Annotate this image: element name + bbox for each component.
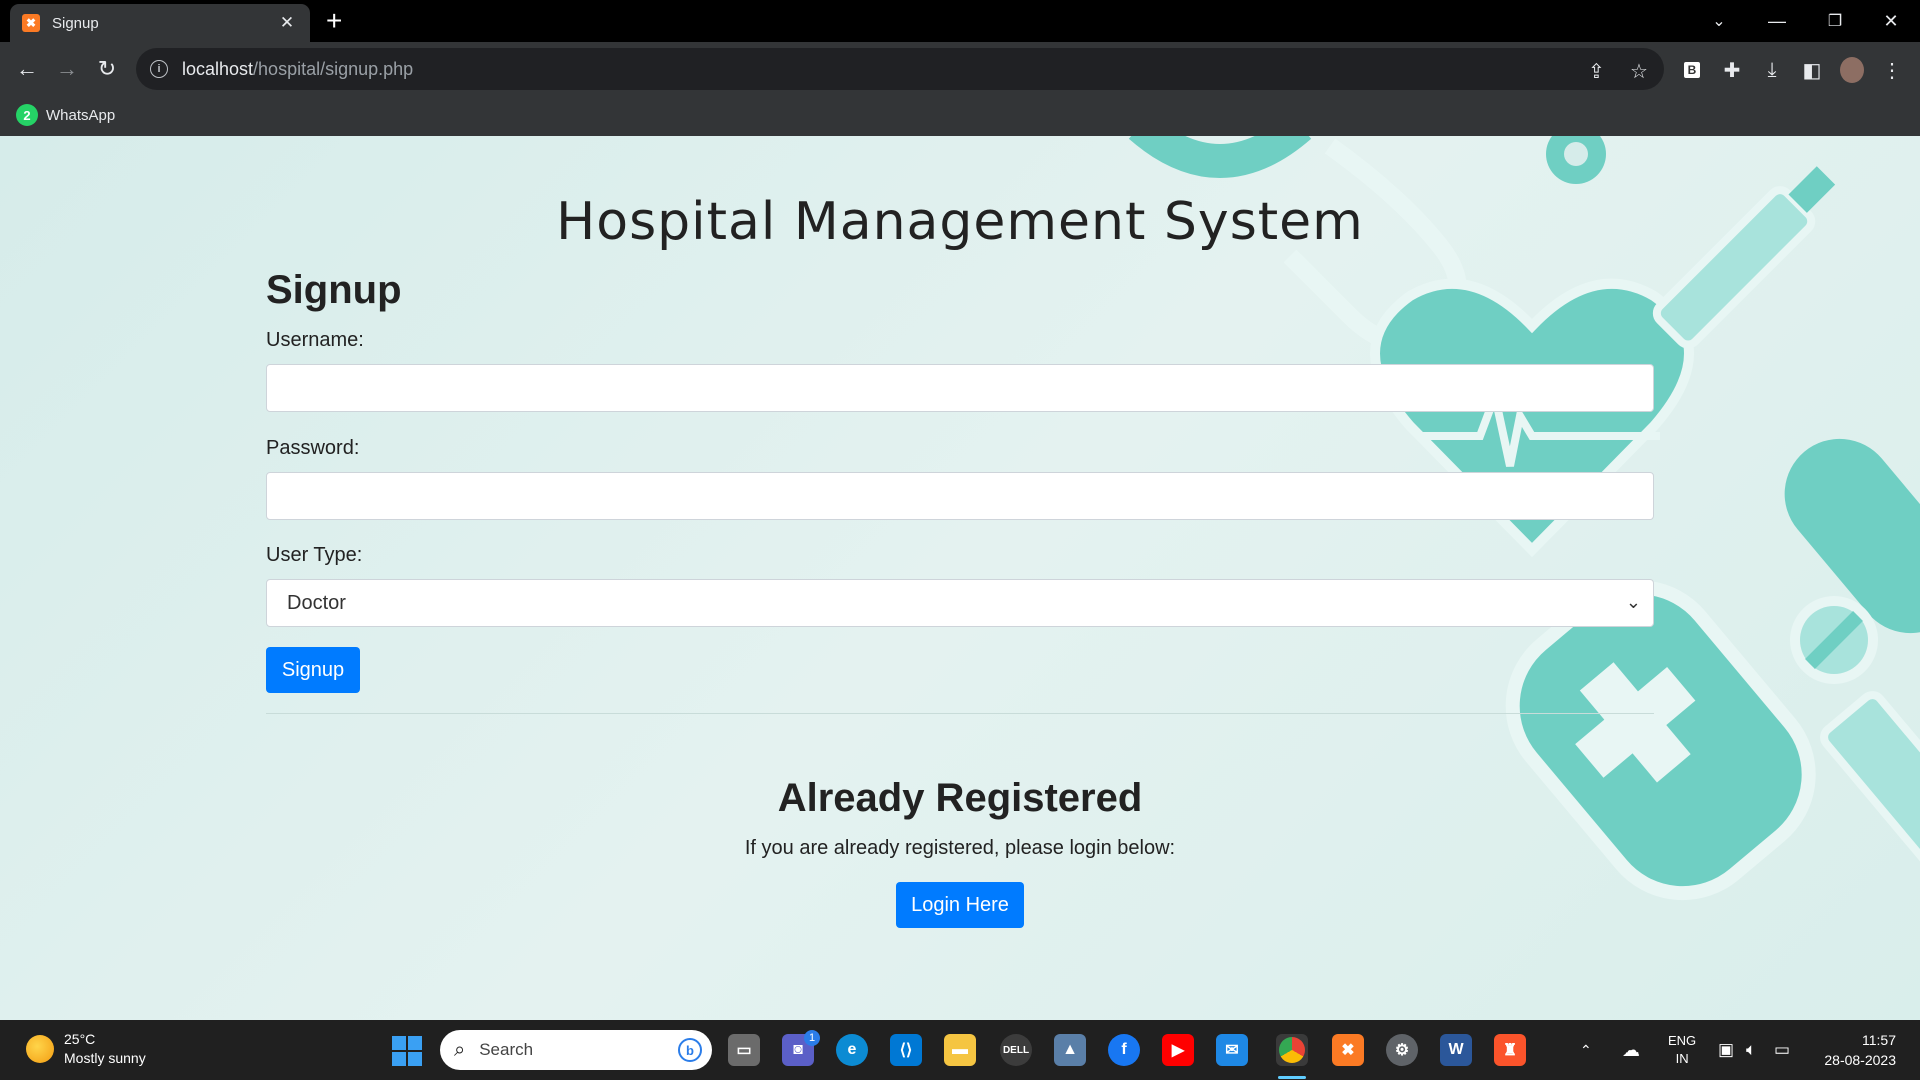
- bookmark-label: WhatsApp: [46, 106, 116, 124]
- stethoscope-tube-icon: [1128, 136, 1312, 178]
- weather-widget[interactable]: 25°C Mostly sunny: [26, 1030, 146, 1068]
- network-icon[interactable]: ▣: [1718, 1020, 1734, 1080]
- chevron-down-icon: ⌄: [1625, 592, 1641, 612]
- task-view-icon[interactable]: ▭: [728, 1034, 760, 1066]
- page-content: Hospital Management System Signup Userna…: [0, 136, 1920, 1020]
- site-info-icon[interactable]: i: [150, 60, 168, 78]
- back-icon[interactable]: ←: [12, 54, 42, 84]
- browser-toolbar: ← → ↻ i localhost/hospital/signup.php ⇪ …: [0, 42, 1920, 96]
- windows-start-icon[interactable]: [392, 1036, 422, 1066]
- password-input[interactable]: [266, 472, 1654, 520]
- brave-icon[interactable]: ♜: [1494, 1034, 1526, 1066]
- browser-tab-bar: ✖ Signup ✕ + ⌄ — ❐ ✕: [0, 0, 1920, 42]
- user-type-label: User Type:: [266, 544, 363, 566]
- window-close-icon[interactable]: ✕: [1862, 0, 1920, 42]
- new-tab-icon[interactable]: +: [326, 6, 342, 36]
- user-type-select[interactable]: Doctor ⌄: [266, 579, 1654, 627]
- settings-gear-icon[interactable]: ⚙: [1386, 1034, 1418, 1066]
- xampp-icon[interactable]: ✖: [1332, 1034, 1364, 1066]
- reload-icon[interactable]: ↻: [92, 54, 122, 84]
- language-indicator[interactable]: ENG IN: [1668, 1020, 1696, 1080]
- syringe-icon: [1652, 166, 1836, 349]
- menu-kebab-icon[interactable]: ⋮: [1880, 58, 1904, 82]
- bookmarks-bar: 2 WhatsApp: [0, 96, 1920, 136]
- weather-condition: Mostly sunny: [64, 1050, 146, 1066]
- battery-icon[interactable]: ▭: [1774, 1020, 1790, 1080]
- user-type-selected-value: Doctor: [287, 591, 346, 614]
- signup-heading: Signup: [266, 268, 402, 312]
- chrome-icon[interactable]: [1276, 1034, 1308, 1066]
- bookmark-whatsapp[interactable]: 2 WhatsApp: [16, 104, 115, 126]
- sun-icon: [26, 1035, 54, 1063]
- show-hidden-icons-chevron-icon[interactable]: ⌃: [1580, 1020, 1592, 1080]
- download-icon[interactable]: ⤓: [1760, 58, 1784, 82]
- url-host: localhost: [182, 58, 254, 79]
- chrome-active-indicator: [1278, 1076, 1306, 1079]
- minimize-icon[interactable]: —: [1748, 0, 1806, 42]
- weather-temperature: 25°C: [64, 1031, 96, 1047]
- dell-icon[interactable]: DELL: [1000, 1034, 1032, 1066]
- restore-icon[interactable]: ❐: [1806, 0, 1864, 42]
- whatsapp-icon: 2: [16, 104, 38, 126]
- login-here-button[interactable]: Login Here: [896, 882, 1024, 928]
- clock-date: 28-08-2023: [1824, 1052, 1896, 1068]
- password-label: Password:: [266, 437, 360, 459]
- clock-time: 11:57: [1862, 1032, 1896, 1048]
- signup-button[interactable]: Signup: [266, 647, 360, 693]
- mail-icon[interactable]: ✉: [1216, 1034, 1248, 1066]
- volume-icon[interactable]: 🔈︎: [1746, 1020, 1756, 1080]
- url-text: localhost/hospital/signup.php: [182, 59, 413, 80]
- app-title: Hospital Management System: [556, 192, 1364, 252]
- side-panel-icon[interactable]: ◧: [1800, 58, 1824, 82]
- url-path: /hospital/signup.php: [253, 58, 414, 79]
- forward-icon[interactable]: →: [52, 54, 82, 84]
- username-input[interactable]: [266, 364, 1654, 412]
- lang-top: ENG: [1668, 1033, 1697, 1048]
- edge-icon[interactable]: e: [836, 1034, 868, 1066]
- already-registered-heading: Already Registered: [777, 776, 1143, 820]
- medical-decoration-illustration: [1128, 136, 1920, 901]
- extensions-puzzle-icon[interactable]: ✚: [1720, 58, 1744, 82]
- tab-title: Signup: [52, 14, 99, 32]
- bing-icon[interactable]: b: [678, 1038, 702, 1062]
- share-icon[interactable]: ⇪: [1588, 59, 1605, 84]
- lang-bottom: IN: [1675, 1051, 1689, 1066]
- address-bar[interactable]: i localhost/hospital/signup.php ⇪ ☆: [136, 48, 1664, 90]
- taskbar-search[interactable]: ⌕ Search b: [440, 1030, 712, 1070]
- profile-avatar[interactable]: [1840, 57, 1864, 83]
- already-registered-text: If you are already registered, please lo…: [744, 837, 1176, 859]
- extension-b-icon[interactable]: B: [1680, 58, 1704, 82]
- xampp-favicon-icon: ✖: [22, 14, 40, 32]
- tab-close-icon[interactable]: ✕: [276, 13, 298, 33]
- browser-tab[interactable]: ✖ Signup ✕: [10, 4, 310, 42]
- file-explorer-icon[interactable]: ▬: [944, 1034, 976, 1066]
- bookmark-star-icon[interactable]: ☆: [1630, 59, 1648, 84]
- onedrive-cloud-icon[interactable]: ☁: [1622, 1020, 1640, 1080]
- word-icon[interactable]: W: [1440, 1034, 1472, 1066]
- username-label: Username:: [266, 329, 364, 351]
- search-icon: ⌕: [454, 1038, 466, 1061]
- search-placeholder: Search: [479, 1040, 534, 1059]
- tab-search-icon[interactable]: ⌄: [1690, 0, 1748, 42]
- youtube-icon[interactable]: ▶: [1162, 1034, 1194, 1066]
- divider: [266, 713, 1654, 714]
- vscode-icon[interactable]: ⟨⟩: [890, 1034, 922, 1066]
- facebook-icon[interactable]: f: [1108, 1034, 1140, 1066]
- photos-icon[interactable]: ▲: [1054, 1034, 1086, 1066]
- syringe-lower-icon: [1820, 691, 1920, 867]
- tablet-icon: [1790, 596, 1878, 684]
- windows-taskbar: 25°C Mostly sunny ⌕ Search b ▭ ◙ 1 e ⟨⟩ …: [0, 1020, 1920, 1080]
- teams-badge: 1: [804, 1030, 820, 1046]
- system-clock[interactable]: 11:57 28-08-2023: [1824, 1030, 1896, 1070]
